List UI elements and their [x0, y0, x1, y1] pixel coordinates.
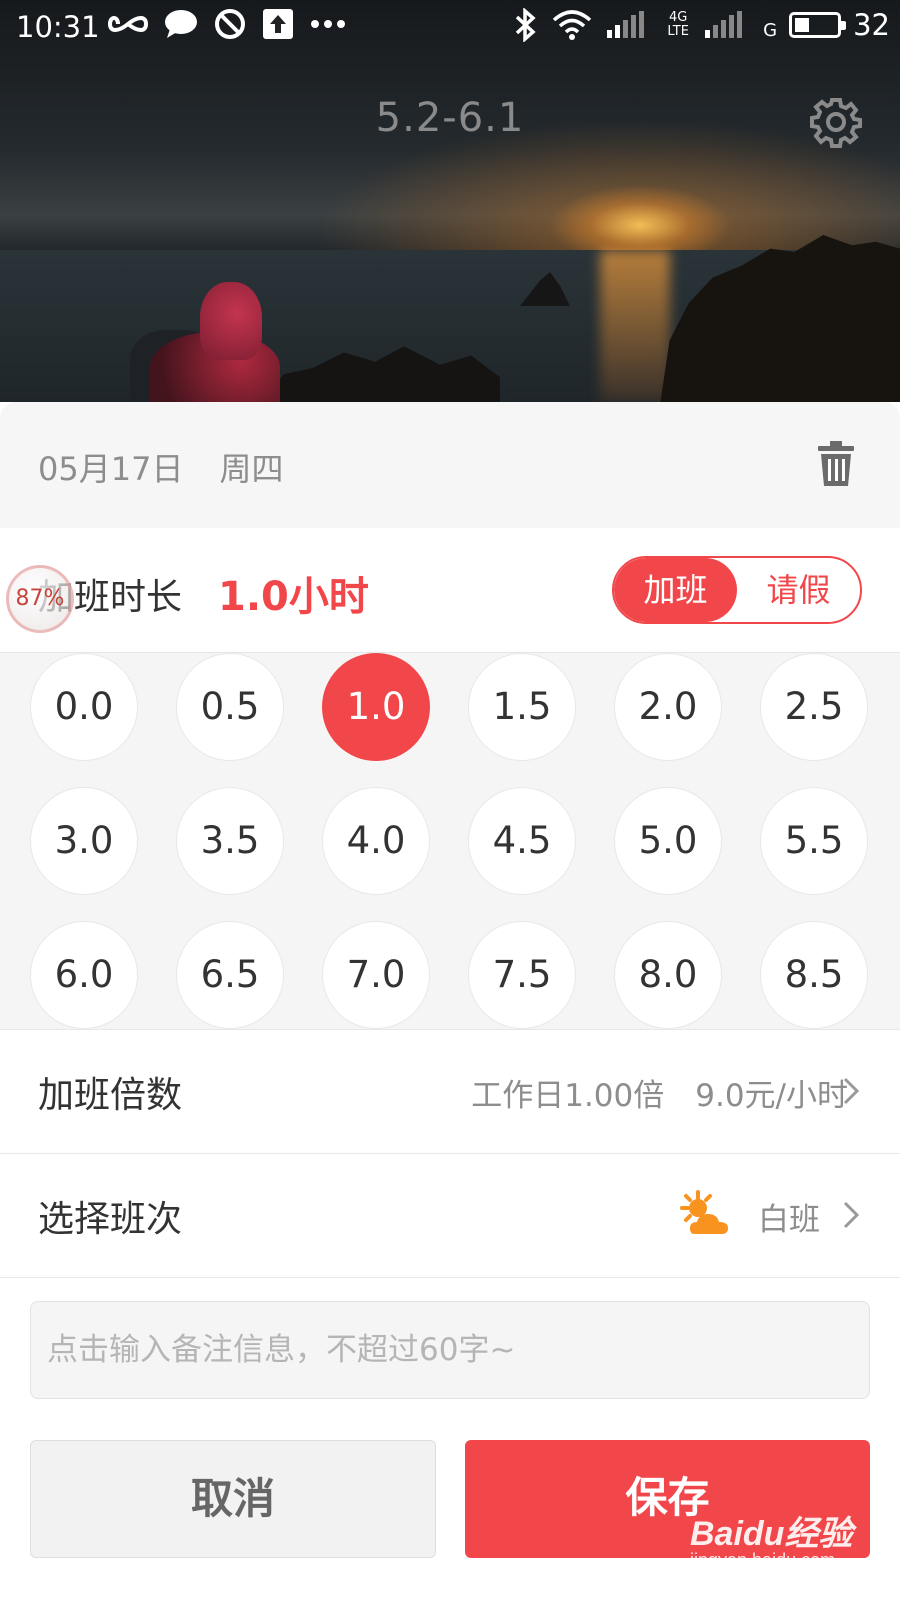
chevron-right-icon — [843, 1201, 860, 1229]
trash-icon[interactable] — [816, 440, 856, 488]
hour-option[interactable]: 7.0 — [322, 921, 430, 1029]
hour-option[interactable]: 0.5 — [176, 653, 284, 761]
hiker-figure — [130, 282, 280, 402]
watermark-main: Baidu经验 — [690, 1515, 853, 1553]
multiplier-label: 加班倍数 — [38, 1075, 183, 1116]
weekday-label: 周四 — [219, 450, 284, 488]
shift-value: 白班 — [758, 1202, 820, 1238]
hour-option[interactable]: 5.5 — [760, 787, 868, 895]
block-icon — [215, 9, 245, 39]
hour-option[interactable]: 3.0 — [30, 787, 138, 895]
status-time: 10:31 — [16, 10, 100, 44]
sun-cloud-icon — [680, 1190, 728, 1234]
selected-date: 05月17日 周四 — [38, 444, 283, 490]
gear-icon[interactable] — [810, 96, 862, 148]
multiplier-row[interactable]: 加班倍数 工作日1.00倍 9.0元/小时 — [0, 1029, 900, 1153]
baidu-watermark: Baidu经验 jingyan.baidu.com — [690, 1498, 870, 1588]
shift-label: 选择班次 — [38, 1199, 183, 1240]
system-icons: 4G LTE G 32 — [513, 8, 890, 42]
signal-icon — [607, 11, 645, 38]
hours-grid: 0.0 0.5 1.0 1.5 2.0 2.5 3.0 3.5 4.0 4.5 … — [0, 653, 900, 1029]
hour-option[interactable]: 6.0 — [30, 921, 138, 1029]
overtime-leave-toggle[interactable]: 加班 请假 — [612, 556, 862, 624]
chevron-right-icon — [843, 1077, 860, 1105]
hour-option[interactable]: 0.0 — [30, 653, 138, 761]
sun-reflection — [600, 250, 670, 402]
tab-leave[interactable]: 请假 — [737, 558, 860, 622]
hour-option[interactable]: 4.5 — [468, 787, 576, 895]
wifi-icon — [552, 10, 592, 40]
header-photo — [0, 0, 900, 402]
hour-option[interactable]: 6.5 — [176, 921, 284, 1029]
signal-icon-2 — [705, 11, 743, 38]
hour-option[interactable]: 5.0 — [614, 787, 722, 895]
duration-value: 1.0小时 — [218, 574, 369, 620]
date-row: 05月17日 周四 — [0, 402, 900, 528]
cancel-button[interactable]: 取消 — [30, 1440, 436, 1558]
hour-option[interactable]: 2.5 — [760, 653, 868, 761]
watermark-sub: jingyan.baidu.com — [690, 1550, 836, 1570]
floating-assistant-bubble[interactable]: 87% — [6, 565, 74, 633]
infinity-icon — [108, 16, 148, 32]
more-icon — [311, 20, 345, 28]
tab-overtime[interactable]: 加班 — [614, 558, 737, 622]
battery-level: 32 — [853, 8, 890, 42]
network-type-label: 4G LTE — [667, 10, 689, 39]
note-input[interactable] — [30, 1301, 870, 1399]
hour-option[interactable]: 7.5 — [468, 921, 576, 1029]
notification-icons — [108, 8, 346, 40]
duration-row: 加班时长 1.0小时 加班 请假 — [0, 528, 900, 653]
battery-icon — [789, 12, 847, 38]
hour-option[interactable]: 8.0 — [614, 921, 722, 1029]
hour-option[interactable]: 1.5 — [468, 653, 576, 761]
multiplier-value: 工作日1.00倍 9.0元/小时 — [471, 1078, 848, 1114]
network-g-label: G — [763, 19, 778, 41]
hour-option[interactable]: 2.0 — [614, 653, 722, 761]
status-bar: 10:31 4G LTE G 32 — [0, 0, 900, 56]
date-label: 05月17日 — [38, 450, 184, 488]
chat-bubble-icon — [165, 10, 197, 38]
period-title: 5.2-6.1 — [375, 95, 525, 141]
hour-option[interactable]: 8.5 — [760, 921, 868, 1029]
shift-row[interactable]: 选择班次 白班 — [0, 1153, 900, 1277]
bluetooth-icon — [515, 8, 536, 42]
hour-option[interactable]: 3.5 — [176, 787, 284, 895]
hour-option[interactable]: 4.0 — [322, 787, 430, 895]
upload-icon — [263, 9, 293, 39]
hour-option-selected[interactable]: 1.0 — [322, 653, 430, 761]
